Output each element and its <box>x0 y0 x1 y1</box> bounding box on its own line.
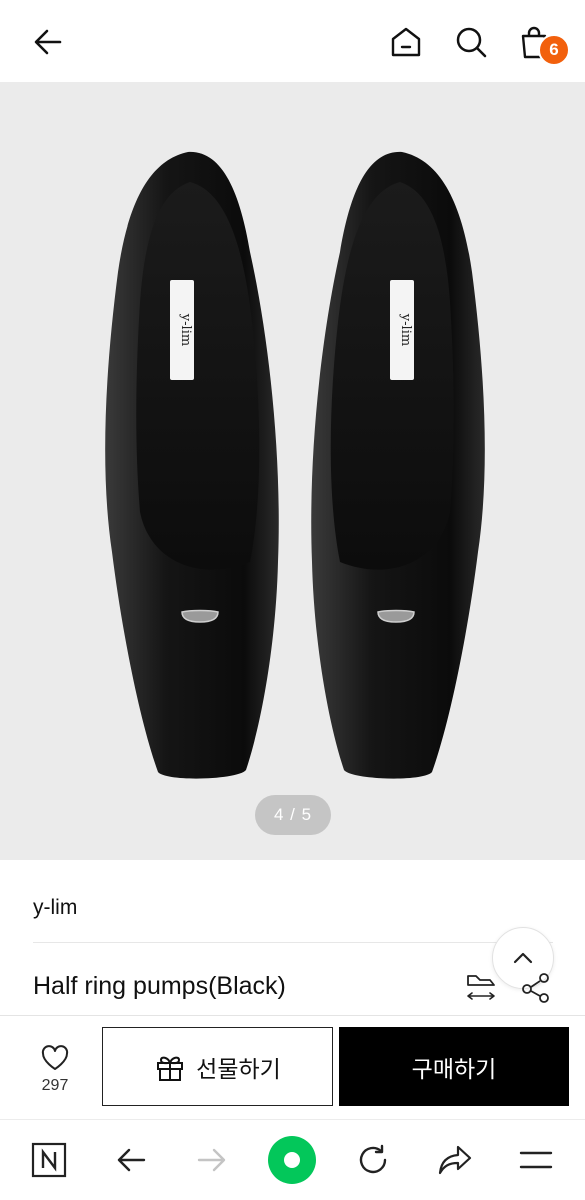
arrow-left-icon[interactable] <box>26 20 70 64</box>
product-image-gallery[interactable]: y-lim y-lim <box>0 82 585 860</box>
like-count: 297 <box>41 1077 69 1094</box>
heart-icon <box>41 1045 69 1070</box>
product-image: y-lim y-lim <box>105 151 485 779</box>
home-icon[interactable] <box>384 20 428 64</box>
back-arrow-icon[interactable] <box>109 1138 153 1182</box>
gift-button[interactable]: 선물하기 <box>102 1027 333 1106</box>
like-button[interactable]: 297 <box>20 1040 90 1100</box>
buy-button[interactable]: 구매하기 <box>339 1027 569 1106</box>
top-bar: 6 <box>0 0 585 82</box>
chevron-up-icon <box>513 952 533 964</box>
share-arrow-icon[interactable] <box>433 1138 477 1182</box>
home-dot-icon[interactable] <box>266 1134 318 1186</box>
forward-arrow-icon[interactable] <box>190 1138 234 1182</box>
gift-button-label: 선물하기 <box>196 1055 281 1082</box>
image-pager: 4 / 5 <box>255 795 331 835</box>
svg-text:y-lim: y-lim <box>178 313 193 346</box>
refresh-icon[interactable] <box>351 1138 395 1182</box>
product-title: Half ring pumps(Black) <box>33 972 286 1000</box>
gift-icon <box>157 1056 184 1081</box>
divider <box>33 942 553 943</box>
svg-text:y-lim: y-lim <box>398 313 413 346</box>
brand-name[interactable]: y-lim <box>33 896 77 920</box>
naver-n-icon[interactable] <box>27 1138 71 1182</box>
shoe-size-icon[interactable] <box>463 967 499 1003</box>
share-nodes-icon[interactable] <box>519 970 553 1004</box>
search-icon[interactable] <box>449 20 493 64</box>
menu-icon[interactable] <box>514 1138 558 1182</box>
cart-count-badge: 6 <box>538 34 570 66</box>
